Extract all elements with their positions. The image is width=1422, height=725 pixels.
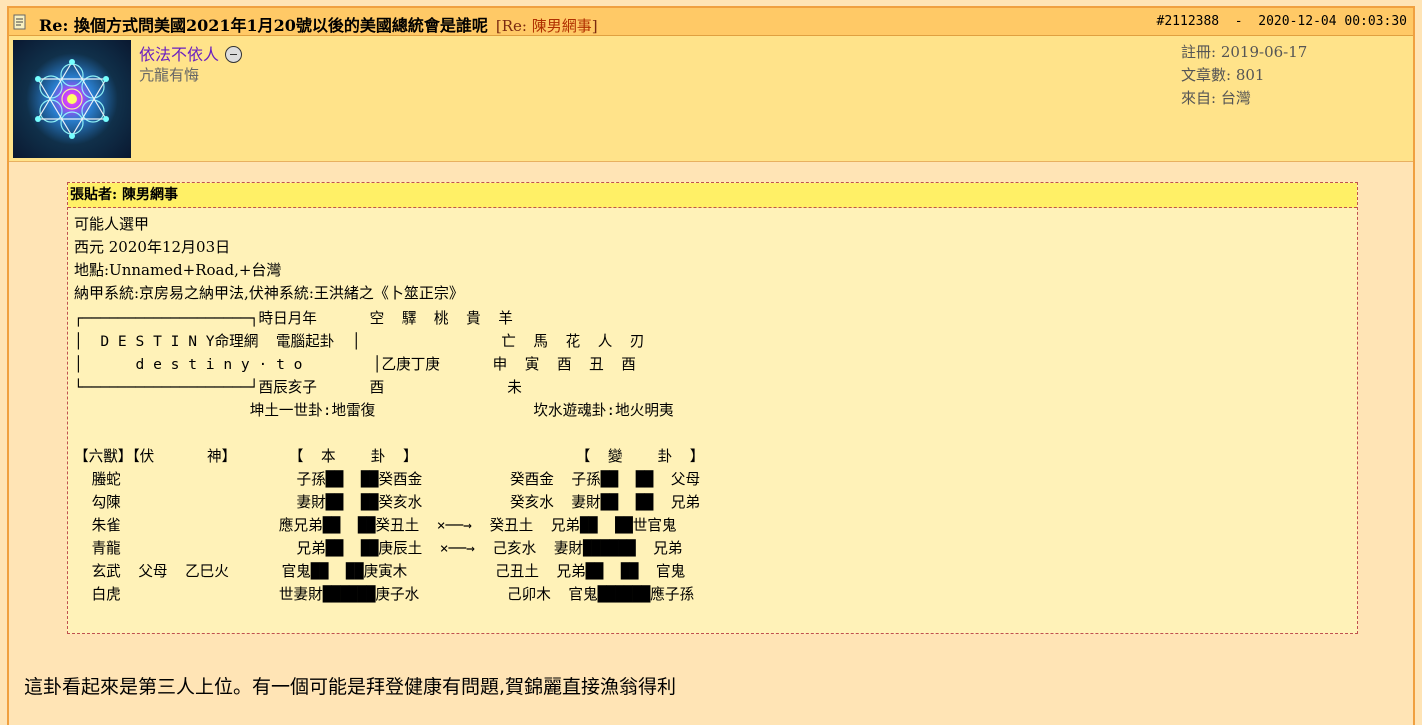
quote-line: 地點:Unnamed+Road,+台灣 [74,261,282,279]
quote-poster: 張貼者: 陳男網事 [68,183,1357,208]
post-message: 這卦看起來是第三人上位。有一個可能是拜登健康有問題,賀錦麗直接漁翁得利 [24,676,677,698]
post-title: Re: 換個方式問美國2021年1月20號以後的美國總統會是誰呢 [Re: 陳男網… [39,12,598,36]
username[interactable]: 依法不依人 [139,41,243,65]
hexagram-chart: ┌───────────────────┐時日月年 空 驛 桃 貴 羊 │ D … [74,310,705,603]
document-icon [13,14,26,30]
reply-to-link[interactable]: 陳男網事 [532,17,592,35]
quote-line: 西元 2020年12月03日 [74,238,231,256]
smiley-icon [225,46,243,63]
quote-text: 可能人選甲 西元 2020年12月03日 地點:Unnamed+Road,+台灣… [74,213,464,305]
avatar[interactable] [13,40,131,158]
post-datetime: 2020-12-04 00:03:30 [1258,14,1407,29]
post-id-link[interactable]: #2112388 [1157,14,1220,29]
reply-reference: [Re: 陳男網事] [495,17,598,35]
post-frame: Re: 換個方式問美國2021年1月20號以後的美國總統會是誰呢 [Re: 陳男網… [7,6,1415,725]
user-registered: 註冊: 2019-06-17 [1181,43,1308,61]
user-post-count: 文章數: 801 [1181,66,1265,84]
avatar-mandala-graphic [35,59,109,139]
quoted-post: 張貼者: 陳男網事 可能人選甲 西元 2020年12月03日 地點:Unname… [67,182,1358,634]
quote-line: 可能人選甲 [74,215,150,233]
quote-line: 納甲系統:京房易之納甲法,伏神系統:王洪緒之《卜筮正宗》 [74,284,464,302]
user-signature: 亢龍有悔 [139,66,200,84]
user-location: 來自: 台灣 [1181,89,1251,107]
post-title-bar: Re: 換個方式問美國2021年1月20號以後的美國總統會是誰呢 [Re: 陳男網… [9,8,1413,36]
user-info-bar: 依法不依人 亢龍有悔 註冊: 2019-06-17 文章數: 801 來自: 台… [9,36,1413,162]
post-subject: Re: 換個方式問美國2021年1月20號以後的美國總統會是誰呢 [39,16,488,35]
post-meta: #2112388 - 2020-12-04 00:03:30 [1156,14,1407,29]
user-stats: 註冊: 2019-06-17 文章數: 801 來自: 台灣 [1181,41,1307,110]
